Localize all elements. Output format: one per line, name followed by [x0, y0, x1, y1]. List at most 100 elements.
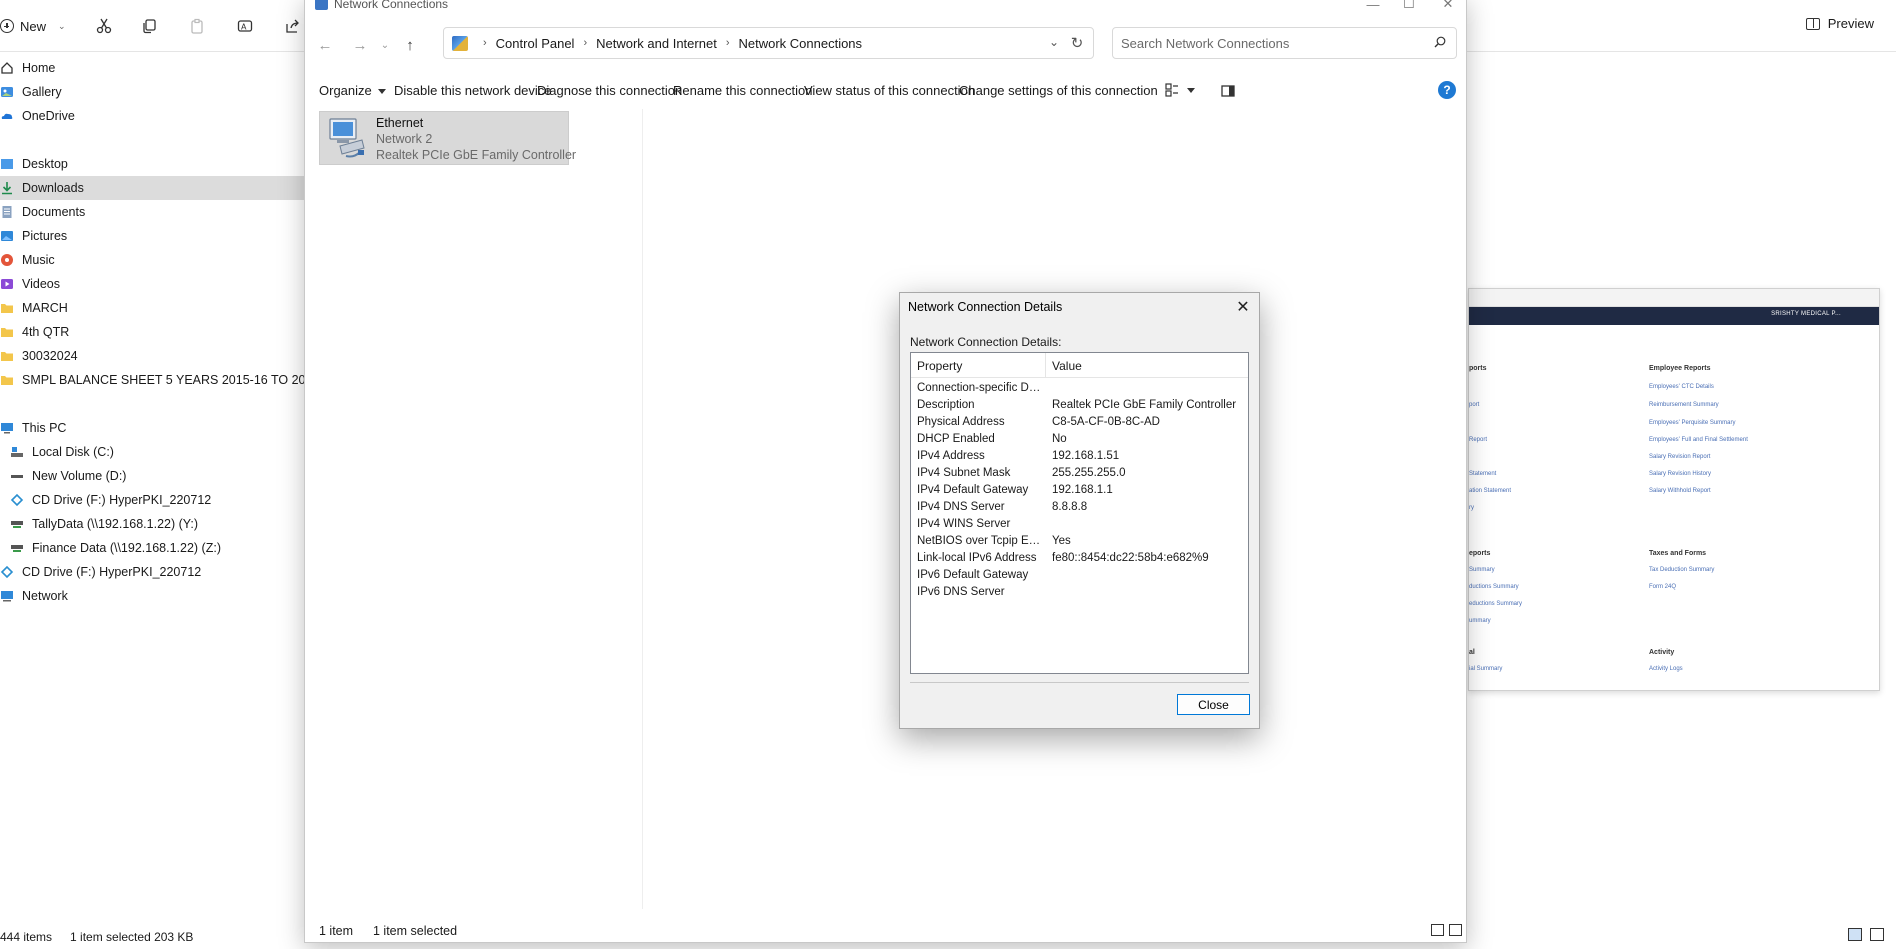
- breadcrumb-network-and-internet[interactable]: Network and Internet: [596, 36, 717, 51]
- change-settings-button[interactable]: Change settings of this connection: [959, 83, 1158, 98]
- new-button[interactable]: New ⌄: [0, 14, 66, 38]
- disable-network-device-button[interactable]: Disable this network device: [394, 83, 552, 98]
- maximize-button[interactable]: ☐: [1387, 0, 1431, 11]
- help-icon[interactable]: ?: [1438, 81, 1456, 99]
- report-link[interactable]: Employees' CTC Details: [1649, 384, 1714, 390]
- nav-item-march[interactable]: MARCH: [0, 296, 304, 320]
- report-link[interactable]: ial Summary: [1469, 666, 1502, 672]
- report-link[interactable]: ry: [1469, 505, 1474, 511]
- table-row[interactable]: IPv4 Subnet Mask 255.255.255.0: [911, 465, 1248, 482]
- view-dropdown-icon[interactable]: [1187, 87, 1195, 93]
- nav-item-cd-drive-f-root[interactable]: CD Drive (F:) HyperPKI_220712: [0, 560, 304, 584]
- report-link[interactable]: ummary: [1469, 618, 1491, 624]
- report-link[interactable]: Form 24Q: [1649, 584, 1676, 590]
- table-row[interactable]: Connection-specific DN...: [911, 380, 1248, 397]
- nav-item-desktop[interactable]: Desktop: [0, 152, 304, 176]
- report-link[interactable]: ation Statement: [1469, 488, 1511, 494]
- table-row[interactable]: IPv4 WINS Server: [911, 516, 1248, 533]
- table-row[interactable]: IPv4 Address 192.168.1.51: [911, 448, 1248, 465]
- report-link[interactable]: Salary Revision History: [1649, 471, 1711, 477]
- nav-item-network[interactable]: Network: [0, 584, 304, 608]
- nav-item-30032024[interactable]: 30032024: [0, 344, 304, 368]
- search-icon[interactable]: [1434, 36, 1446, 48]
- nav-item-tallydata-y[interactable]: TallyData (\\192.168.1.22) (Y:): [0, 512, 304, 536]
- nav-item-finance-data-z[interactable]: Finance Data (\\192.168.1.22) (Z:): [0, 536, 304, 560]
- report-link[interactable]: Employees' Perquisite Summary: [1649, 420, 1736, 426]
- forward-arrow-icon[interactable]: →: [350, 35, 370, 55]
- chevron-right-icon[interactable]: ›: [726, 37, 730, 49]
- nav-item-new-volume-d[interactable]: New Volume (D:): [0, 464, 304, 488]
- search-box[interactable]: [1112, 27, 1457, 59]
- nav-item-this-pc[interactable]: This PC: [0, 416, 304, 440]
- close-button[interactable]: Close: [1177, 694, 1250, 715]
- diagnose-connection-button[interactable]: Diagnose this connection: [537, 83, 682, 98]
- report-link[interactable]: Reimbursement Summary: [1649, 402, 1719, 408]
- table-row[interactable]: IPv6 Default Gateway: [911, 567, 1248, 584]
- column-header-value[interactable]: Value: [1052, 359, 1082, 373]
- report-link[interactable]: Tax Deduction Summary: [1649, 567, 1714, 573]
- nav-item-videos[interactable]: Videos: [0, 272, 304, 296]
- nav-item-gallery[interactable]: Gallery: [0, 80, 304, 104]
- table-row[interactable]: Description Realtek PCIe GbE Family Contr…: [911, 397, 1248, 414]
- window-close-button[interactable]: ✕: [1426, 0, 1470, 11]
- details-view-icon[interactable]: [1431, 924, 1444, 936]
- nav-item-4th-qtr[interactable]: 4th QTR: [0, 320, 304, 344]
- large-icons-view-icon[interactable]: [1449, 924, 1462, 936]
- organize-menu[interactable]: Organize: [319, 83, 386, 98]
- report-link[interactable]: port: [1469, 402, 1479, 408]
- column-header-property[interactable]: Property: [917, 359, 962, 373]
- nav-item-smpl-balance-sheet[interactable]: SMPL BALANCE SHEET 5 YEARS 2015-16 TO 20…: [0, 368, 337, 392]
- up-arrow-icon[interactable]: ↑: [400, 35, 420, 55]
- table-row[interactable]: DHCP Enabled No: [911, 431, 1248, 448]
- report-link[interactable]: Statement: [1469, 471, 1496, 477]
- nav-item-pictures[interactable]: Pictures: [0, 224, 304, 248]
- view-status-button[interactable]: View status of this connection: [804, 83, 975, 98]
- nav-item-music[interactable]: Music: [0, 248, 304, 272]
- table-row[interactable]: IPv6 DNS Server: [911, 584, 1248, 601]
- close-icon[interactable]: ✕: [1231, 296, 1255, 318]
- report-link[interactable]: ductions Summary: [1469, 584, 1519, 590]
- report-link[interactable]: Summary: [1469, 567, 1495, 573]
- nav-item-documents[interactable]: Documents: [0, 200, 304, 224]
- caret-down-icon: [377, 89, 386, 95]
- ethernet-adapter-item[interactable]: Ethernet Network 2 Realtek PCIe GbE Fami…: [319, 111, 576, 165]
- change-view-icon[interactable]: [1165, 83, 1179, 97]
- report-link[interactable]: Salary Revision Report: [1649, 454, 1710, 460]
- report-link[interactable]: Salary Withhold Report: [1649, 488, 1711, 494]
- address-bar[interactable]: › Control Panel › Network and Internet ›…: [443, 27, 1094, 59]
- address-dropdown-icon[interactable]: ⌄: [1049, 35, 1059, 49]
- rename-icon[interactable]: A: [235, 16, 255, 36]
- copy-icon[interactable]: [139, 16, 159, 36]
- rename-connection-button[interactable]: Rename this connection: [673, 83, 812, 98]
- report-link[interactable]: eductions Summary: [1469, 601, 1522, 607]
- nav-item-cd-drive-f[interactable]: CD Drive (F:) HyperPKI_220712: [0, 488, 304, 512]
- chevron-right-icon[interactable]: ›: [583, 37, 587, 49]
- nav-item-home[interactable]: Home: [0, 56, 304, 80]
- preview-button[interactable]: Preview: [1805, 16, 1874, 31]
- share-icon[interactable]: [283, 16, 303, 36]
- breadcrumb-network-connections[interactable]: Network Connections: [738, 36, 862, 51]
- tiles-view-icon[interactable]: [1870, 928, 1884, 941]
- preview-pane-icon[interactable]: [1221, 85, 1235, 97]
- report-link[interactable]: Activity Logs: [1649, 666, 1683, 672]
- refresh-icon[interactable]: ↻: [1067, 33, 1087, 53]
- details-view-icon[interactable]: [1848, 928, 1862, 941]
- cut-icon[interactable]: [94, 16, 114, 36]
- nav-item-onedrive[interactable]: OneDrive: [0, 104, 304, 128]
- breadcrumb-control-panel[interactable]: Control Panel: [496, 36, 575, 51]
- table-row[interactable]: IPv4 Default Gateway 192.168.1.1: [911, 482, 1248, 499]
- report-link[interactable]: Report: [1469, 437, 1487, 443]
- nav-item-downloads[interactable]: Downloads: [0, 176, 304, 200]
- report-link[interactable]: Employees' Full and Final Settlement: [1649, 437, 1748, 443]
- table-row[interactable]: NetBIOS over Tcpip En... Yes: [911, 533, 1248, 550]
- nav-item-local-disk-c[interactable]: Local Disk (C:): [0, 440, 304, 464]
- paste-icon[interactable]: [187, 16, 207, 36]
- recent-locations-chevron-icon[interactable]: ⌄: [375, 35, 395, 55]
- back-arrow-icon[interactable]: ←: [315, 35, 335, 55]
- search-input[interactable]: [1121, 28, 1421, 58]
- column-divider[interactable]: [1045, 353, 1046, 378]
- table-row[interactable]: Physical Address C8-5A-CF-0B-8C-AD: [911, 414, 1248, 431]
- details-list[interactable]: Property Value Connection-specific DN...…: [910, 352, 1249, 674]
- table-row[interactable]: Link-local IPv6 Address fe80::8454:dc22:5…: [911, 550, 1248, 567]
- table-row[interactable]: IPv4 DNS Server 8.8.8.8: [911, 499, 1248, 516]
